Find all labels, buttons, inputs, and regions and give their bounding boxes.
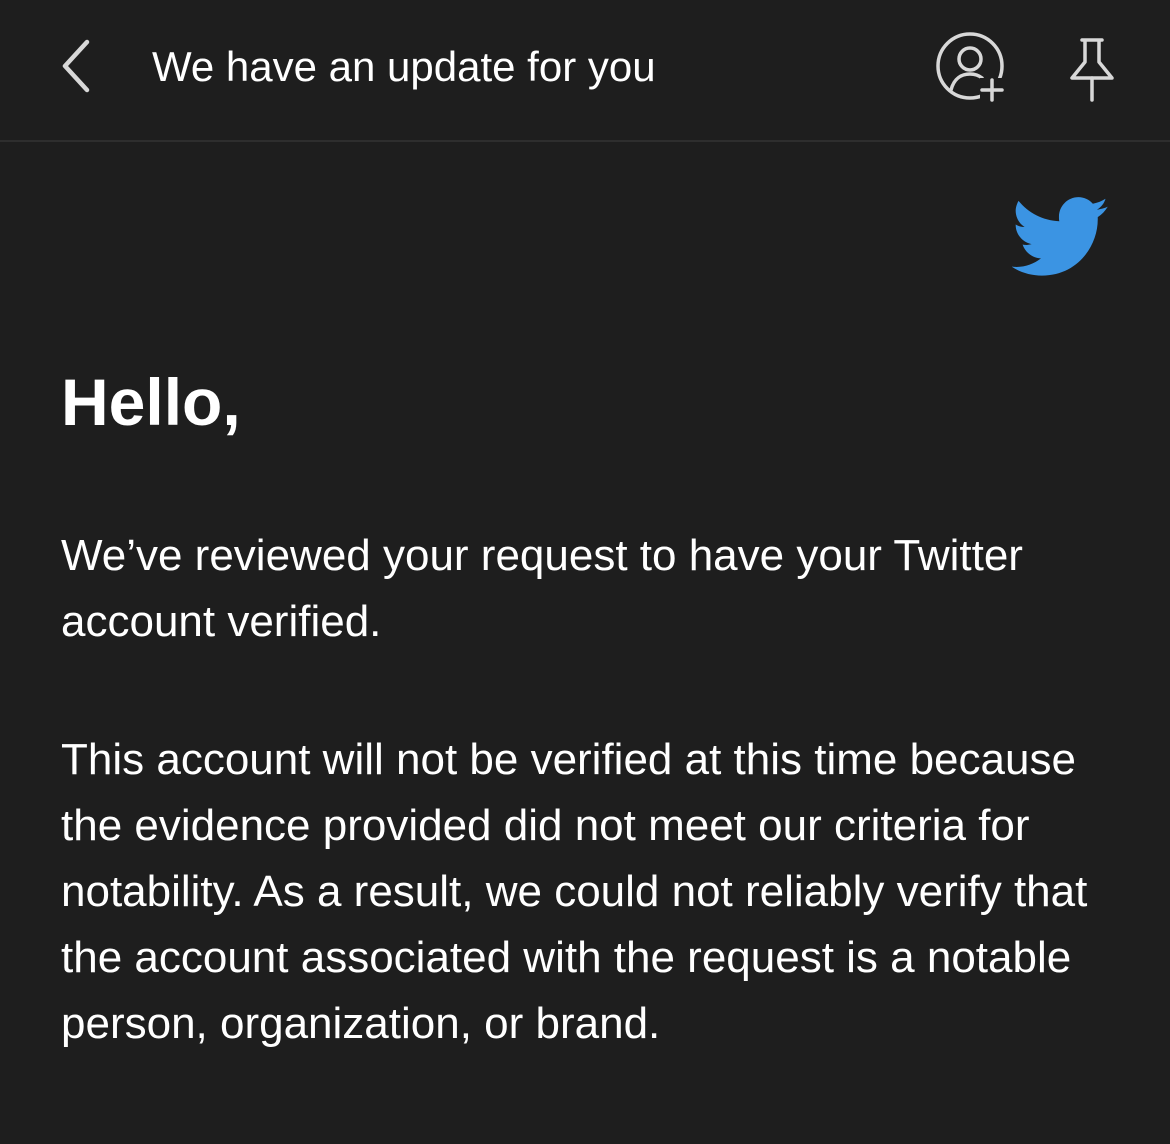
greeting-heading: Hello, (61, 365, 241, 439)
email-paragraph-review: We’ve reviewed your request to have your… (61, 531, 1023, 646)
person-add-icon (936, 32, 1004, 102)
email-body: Hello, We’ve reviewed your request to ha… (0, 142, 1170, 1144)
top-navigation-bar: We have an update for you (0, 0, 1170, 142)
email-paragraph-decision: This account will not be verified at thi… (61, 735, 1088, 1048)
pin-button[interactable] (1060, 36, 1124, 106)
add-contact-button[interactable] (934, 30, 1010, 106)
email-subject-title: We have an update for you (152, 43, 656, 90)
pin-icon (1070, 38, 1114, 102)
chevron-left-icon (62, 39, 90, 93)
back-button[interactable] (46, 30, 106, 102)
twitter-bird-icon (1012, 197, 1109, 276)
